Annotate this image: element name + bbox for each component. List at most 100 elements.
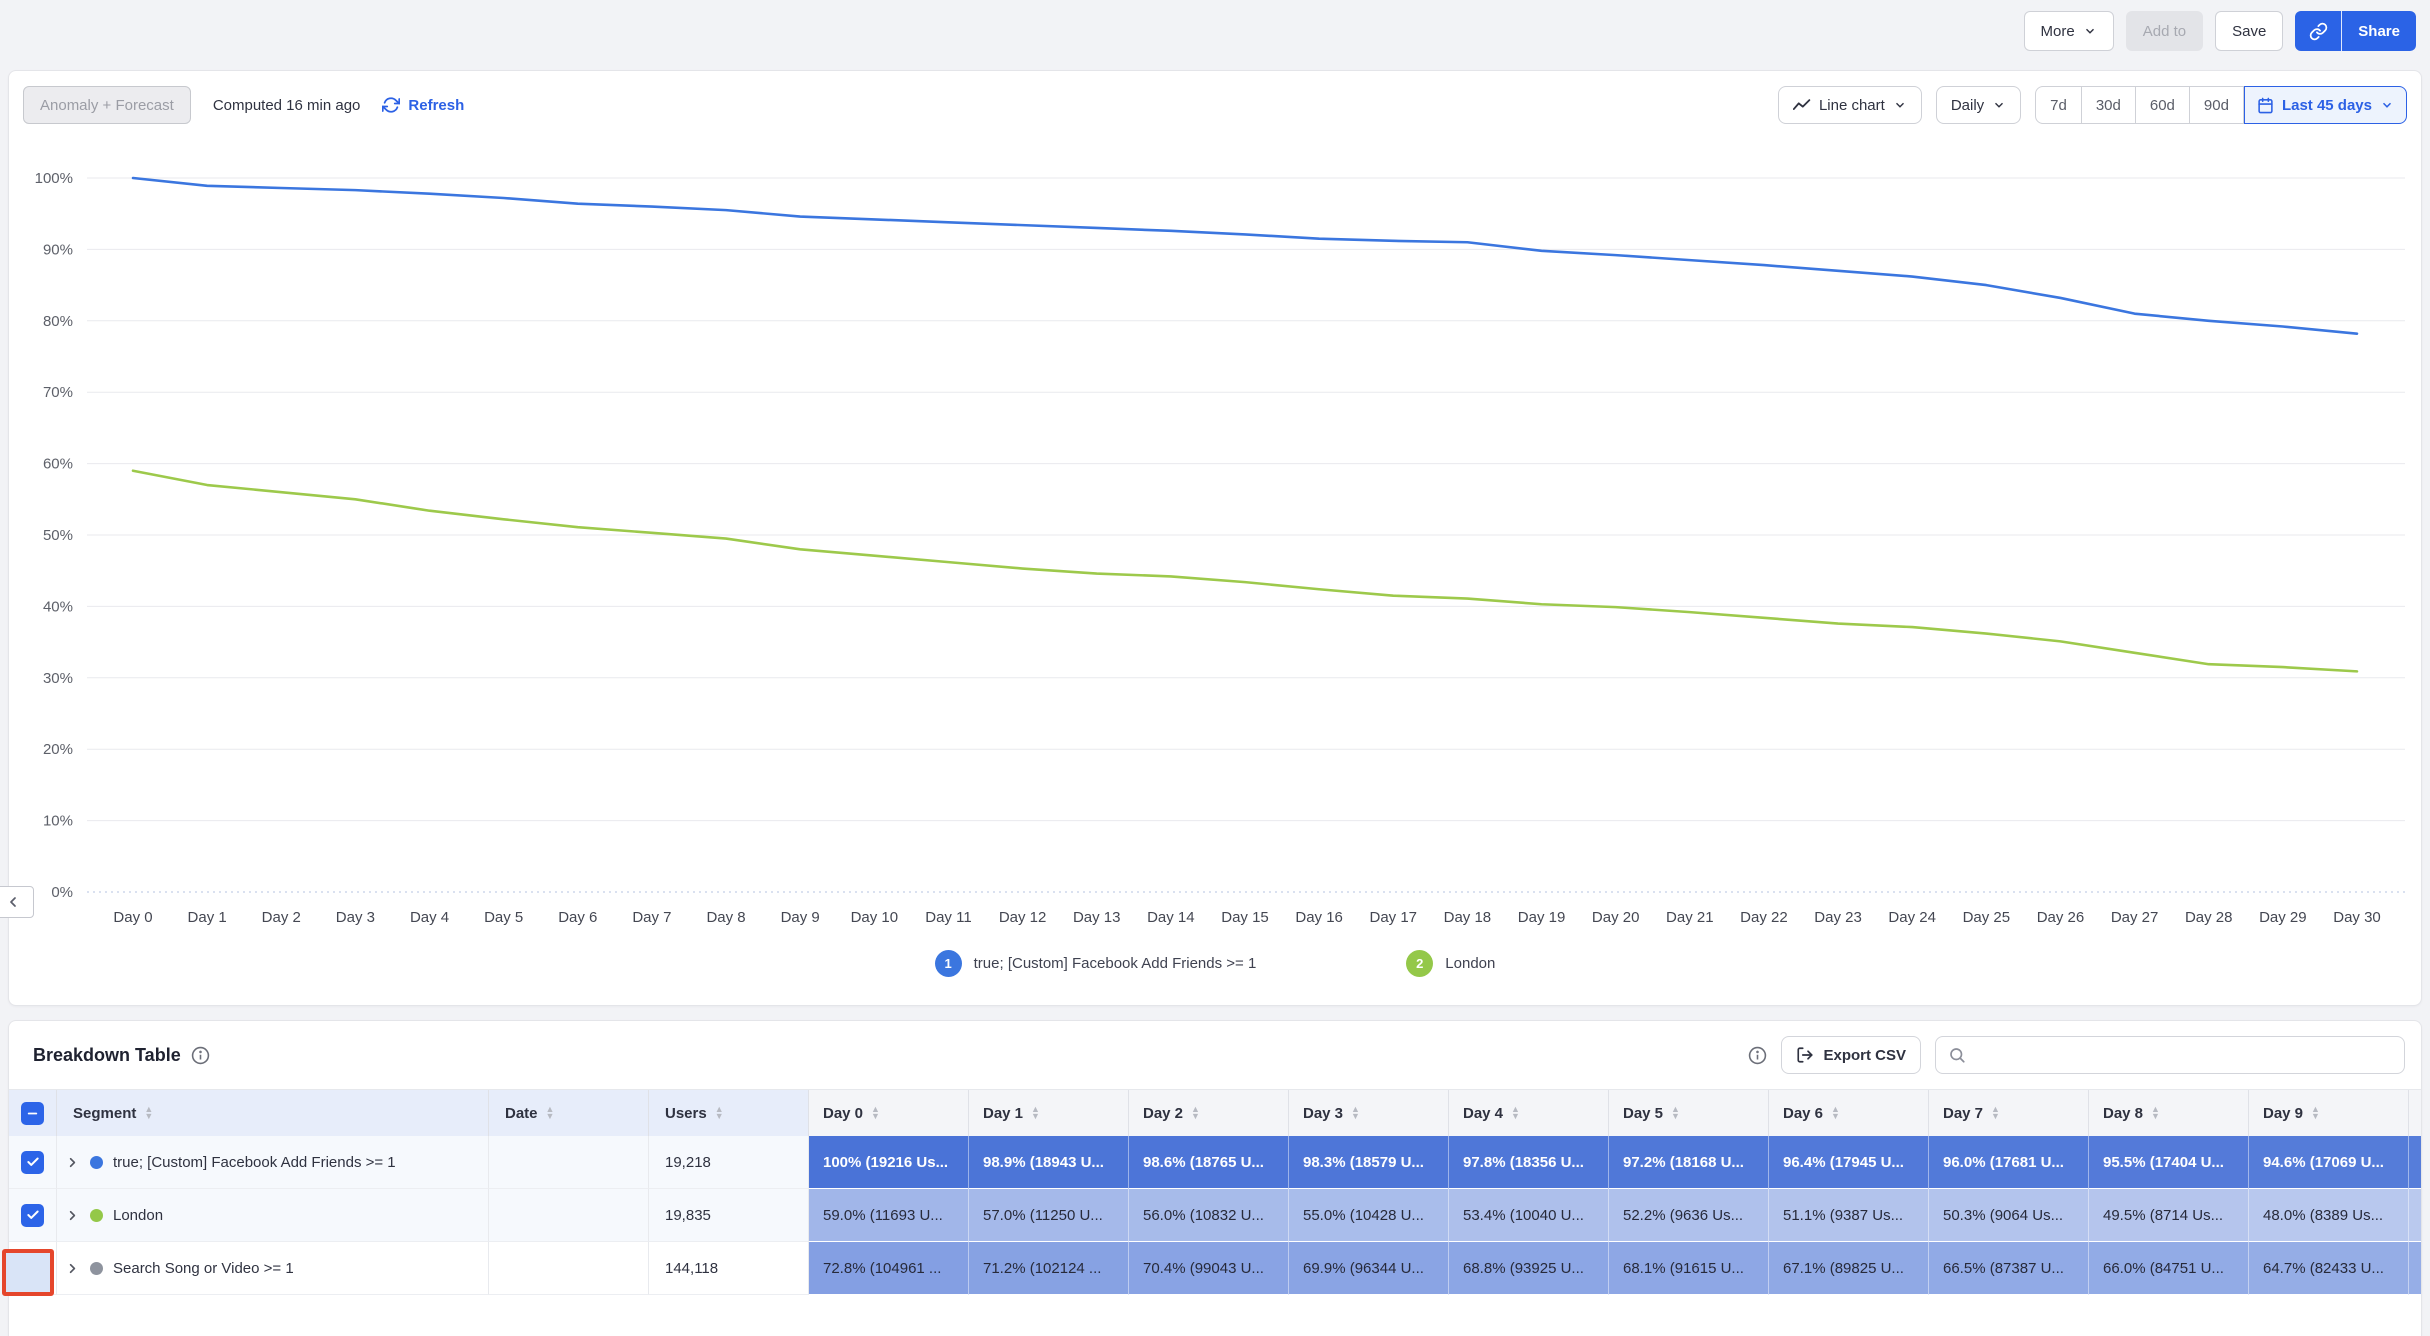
info-icon[interactable] xyxy=(1748,1046,1767,1065)
save-button[interactable]: Save xyxy=(2215,11,2283,51)
x-axis-tick-label: Day 22 xyxy=(1740,909,1788,926)
retention-cell[interactable]: 69.9% (96344 U... xyxy=(1289,1242,1449,1295)
retention-cell[interactable]: 72.8% (104961 ... xyxy=(809,1242,969,1295)
column-day-label[interactable]: Day 7 xyxy=(1943,1105,1983,1122)
expand-row-button[interactable] xyxy=(65,1261,80,1276)
column-day-label[interactable]: Day 0 xyxy=(823,1105,863,1122)
chevron-left-icon xyxy=(5,894,21,910)
chart-series-line[interactable] xyxy=(133,178,2357,334)
retention-cell[interactable]: 100% (19216 Us... xyxy=(809,1136,969,1189)
retention-cell-overflow[interactable]: 64. xyxy=(2409,1242,2422,1295)
chart-series-line[interactable] xyxy=(133,471,2357,672)
retention-cell[interactable]: 71.2% (102124 ... xyxy=(969,1242,1129,1295)
sort-icon[interactable]: ▲▼ xyxy=(2151,1106,2160,1120)
anomaly-forecast-label: Anomaly + Forecast xyxy=(40,97,174,114)
line-chart[interactable]: 100%90%80%70%60%50%40%30%20%10%0%Day 0Da… xyxy=(9,71,2423,1007)
x-axis-tick-label: Day 0 xyxy=(113,909,152,926)
sort-icon[interactable]: ▲▼ xyxy=(2311,1106,2320,1120)
legend-item[interactable]: 1true; [Custom] Facebook Add Friends >= … xyxy=(935,950,1257,977)
date-range-selected[interactable]: Last 45 days xyxy=(2244,86,2407,124)
sort-icon[interactable]: ▲▼ xyxy=(1991,1106,2000,1120)
add-to-button[interactable]: Add to xyxy=(2126,11,2203,51)
retention-cell-overflow[interactable]: 94. xyxy=(2409,1136,2422,1189)
retention-cell[interactable]: 57.0% (11250 U... xyxy=(969,1189,1129,1242)
legend-item[interactable]: 2London xyxy=(1406,950,1495,977)
retention-cell[interactable]: 96.4% (17945 U... xyxy=(1769,1136,1929,1189)
retention-cell[interactable]: 68.1% (91615 U... xyxy=(1609,1242,1769,1295)
select-all-checkbox[interactable] xyxy=(21,1102,44,1125)
retention-cell[interactable]: 55.0% (10428 U... xyxy=(1289,1189,1449,1242)
export-csv-button[interactable]: Export CSV xyxy=(1781,1036,1921,1074)
retention-cell[interactable]: 48.0% (8389 Us... xyxy=(2249,1189,2409,1242)
expand-row-button[interactable] xyxy=(65,1155,80,1170)
collapse-panel-button[interactable] xyxy=(0,886,34,918)
column-day-label[interactable]: Day 1 xyxy=(983,1105,1023,1122)
date-range-60d[interactable]: 60d xyxy=(2136,86,2190,124)
x-axis-tick-label: Day 24 xyxy=(1888,909,1936,926)
sort-icon[interactable]: ▲▼ xyxy=(1351,1106,1360,1120)
interval-select[interactable]: Daily xyxy=(1936,86,2021,124)
x-axis-tick-label: Day 1 xyxy=(188,909,227,926)
anomaly-forecast-button[interactable]: Anomaly + Forecast xyxy=(23,86,191,124)
sort-icon[interactable]: ▲▼ xyxy=(1831,1106,1840,1120)
retention-cell[interactable]: 59.0% (11693 U... xyxy=(809,1189,969,1242)
sort-icon[interactable]: ▲▼ xyxy=(1511,1106,1520,1120)
sort-icon[interactable]: ▲▼ xyxy=(871,1106,880,1120)
row-checkbox[interactable] xyxy=(21,1204,44,1227)
retention-cell[interactable]: 50.3% (9064 Us... xyxy=(1929,1189,2089,1242)
retention-cell[interactable]: 95.5% (17404 U... xyxy=(2089,1136,2249,1189)
retention-cell[interactable]: 66.5% (87387 U... xyxy=(1929,1242,2089,1295)
search-input[interactable] xyxy=(1974,1047,2392,1064)
sort-icon[interactable]: ▲▼ xyxy=(144,1106,153,1120)
retention-cell[interactable]: 52.2% (9636 Us... xyxy=(1609,1189,1769,1242)
retention-cell[interactable]: 49.5% (8714 Us... xyxy=(2089,1189,2249,1242)
sort-icon[interactable]: ▲▼ xyxy=(546,1106,555,1120)
column-day-6: Day 6 ▲▼ xyxy=(1769,1090,1929,1136)
y-axis-tick-label: 10% xyxy=(43,813,73,830)
column-day-label[interactable]: Day 8 xyxy=(2103,1105,2143,1122)
column-day-label[interactable]: Day 6 xyxy=(1783,1105,1823,1122)
column-segment[interactable]: Segment xyxy=(73,1105,136,1122)
row-checkbox[interactable] xyxy=(21,1151,44,1174)
column-day-label[interactable]: Day 5 xyxy=(1623,1105,1663,1122)
column-day-label[interactable]: Day 2 xyxy=(1143,1105,1183,1122)
info-icon[interactable] xyxy=(191,1046,210,1065)
date-range-90d[interactable]: 90d xyxy=(2190,86,2244,124)
export-csv-label: Export CSV xyxy=(1823,1047,1906,1064)
retention-cell[interactable]: 64.7% (82433 U... xyxy=(2249,1242,2409,1295)
column-day-label[interactable]: Day 9 xyxy=(2263,1105,2303,1122)
retention-cell[interactable]: 97.8% (18356 U... xyxy=(1449,1136,1609,1189)
column-day-label[interactable]: Day 4 xyxy=(1463,1105,1503,1122)
column-day-label[interactable]: Day 3 xyxy=(1303,1105,1343,1122)
more-button[interactable]: More xyxy=(2024,11,2114,51)
chart-type-select[interactable]: Line chart xyxy=(1778,86,1922,124)
retention-cell-overflow[interactable]: 47. xyxy=(2409,1189,2422,1242)
sort-icon[interactable]: ▲▼ xyxy=(1671,1106,1680,1120)
retention-cell[interactable]: 96.0% (17681 U... xyxy=(1929,1136,2089,1189)
share-button[interactable]: Share xyxy=(2342,11,2416,51)
date-range-7d[interactable]: 7d xyxy=(2035,86,2082,124)
column-users[interactable]: Users xyxy=(665,1105,707,1122)
retention-cell[interactable]: 56.0% (10832 U... xyxy=(1129,1189,1289,1242)
column-date[interactable]: Date xyxy=(505,1105,538,1122)
date-range-30d[interactable]: 30d xyxy=(2082,86,2136,124)
copy-link-button[interactable] xyxy=(2295,11,2341,51)
retention-cell[interactable]: 66.0% (84751 U... xyxy=(2089,1242,2249,1295)
retention-cell[interactable]: 53.4% (10040 U... xyxy=(1449,1189,1609,1242)
retention-cell[interactable]: 98.3% (18579 U... xyxy=(1289,1136,1449,1189)
retention-cell[interactable]: 94.6% (17069 U... xyxy=(2249,1136,2409,1189)
retention-cell[interactable]: 98.9% (18943 U... xyxy=(969,1136,1129,1189)
retention-cell[interactable]: 70.4% (99043 U... xyxy=(1129,1242,1289,1295)
sort-icon[interactable]: ▲▼ xyxy=(715,1106,724,1120)
sort-icon[interactable]: ▲▼ xyxy=(1191,1106,1200,1120)
x-axis-tick-label: Day 25 xyxy=(1963,909,2011,926)
sort-icon[interactable]: ▲▼ xyxy=(1031,1106,1040,1120)
x-axis-tick-label: Day 15 xyxy=(1221,909,1269,926)
refresh-button[interactable]: Refresh xyxy=(382,96,464,114)
retention-cell[interactable]: 51.1% (9387 Us... xyxy=(1769,1189,1929,1242)
retention-cell[interactable]: 67.1% (89825 U... xyxy=(1769,1242,1929,1295)
retention-cell[interactable]: 98.6% (18765 U... xyxy=(1129,1136,1289,1189)
retention-cell[interactable]: 68.8% (93925 U... xyxy=(1449,1242,1609,1295)
expand-row-button[interactable] xyxy=(65,1208,80,1223)
retention-cell[interactable]: 97.2% (18168 U... xyxy=(1609,1136,1769,1189)
